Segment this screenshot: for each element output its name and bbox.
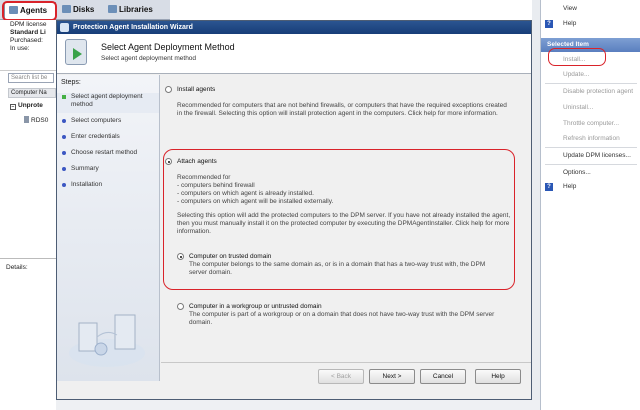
steps-panel: Steps: Select agent deployment method Se… <box>57 75 160 381</box>
help-button[interactable]: Help <box>475 369 521 384</box>
workgroup-radio[interactable] <box>177 303 184 310</box>
attach-bullet: - computers behind firewall <box>177 182 255 189</box>
help-icon: ? <box>545 20 553 28</box>
splitter <box>532 0 540 410</box>
wizard-title-bar[interactable]: Protection Agent Installation Wizard <box>57 21 531 34</box>
tab-libraries[interactable]: Libraries <box>104 2 164 20</box>
divider <box>545 164 637 165</box>
step-select-method: Select agent deployment method <box>57 93 159 113</box>
deployment-icon <box>65 39 87 65</box>
computer-list: Search list be Computer Na − Unprote RDS0 <box>0 70 56 260</box>
trusted-domain-radio[interactable] <box>177 253 184 260</box>
action-help[interactable]: ? Help <box>541 180 640 194</box>
action-options[interactable]: Options... <box>541 166 640 180</box>
divider <box>545 147 637 148</box>
workgroup-description: The computer is part of a workgroup or o… <box>189 311 495 326</box>
libraries-icon <box>108 5 117 13</box>
column-header-computer-name[interactable]: Computer Na <box>8 88 56 98</box>
license-info: DPM license Standard Li Purchased: In us… <box>0 20 56 68</box>
highlight-agents-tab <box>2 1 57 21</box>
collapse-icon[interactable]: − <box>10 104 16 110</box>
trusted-domain-description: The computer belongs to the same domain … <box>189 261 486 276</box>
step-enter-credentials: Enter credentials <box>57 133 159 141</box>
deployment-options: Install agents Recommended for computers… <box>161 75 531 381</box>
workgroup-label[interactable]: Computer in a workgroup or untrusted dom… <box>189 303 322 310</box>
action-disable-protection-agent[interactable]: Disable protection agent <box>541 85 640 99</box>
wizard-app-icon <box>60 23 69 32</box>
computers-illustration-icon <box>69 314 145 367</box>
next-button[interactable]: Next > <box>369 369 415 384</box>
attach-agents-label[interactable]: Attach agents <box>177 158 217 165</box>
bullet-icon <box>62 151 66 155</box>
tab-disks[interactable]: Disks <box>58 2 102 20</box>
action-uninstall[interactable]: Uninstall... <box>541 101 640 115</box>
install-agents-description: Recommended for computers that are not b… <box>177 102 507 117</box>
install-agents-radio[interactable] <box>165 86 172 93</box>
highlight-install-action <box>548 48 606 66</box>
bullet-icon <box>62 119 66 123</box>
action-update-dpm-licenses[interactable]: Update DPM licenses... <box>541 149 640 163</box>
action-update[interactable]: Update... <box>541 68 640 82</box>
bullet-icon <box>62 183 66 187</box>
attach-agents-description: Selecting this option will add the prote… <box>177 212 511 235</box>
back-button[interactable]: < Back <box>318 369 364 384</box>
page-subtitle: Select agent deployment method <box>101 55 197 62</box>
search-input[interactable]: Search list be <box>8 73 54 83</box>
group-unprotected[interactable]: − Unprote <box>10 102 56 110</box>
action-refresh-information[interactable]: Refresh information <box>541 132 640 146</box>
action-help-top[interactable]: ? Help <box>541 17 640 31</box>
details-pane: Details: <box>0 258 56 410</box>
disks-icon <box>62 5 71 13</box>
bullet-icon <box>62 135 66 139</box>
help-icon: ? <box>545 183 553 191</box>
status-strip <box>56 400 540 410</box>
bullet-icon <box>62 167 66 171</box>
attach-recommended-for: Recommended for <box>177 174 231 181</box>
page-title: Select Agent Deployment Method <box>101 42 235 52</box>
attach-agents-radio[interactable] <box>165 158 172 165</box>
step-select-computers: Select computers <box>57 117 159 125</box>
attach-bullet: - computers on which agent is already in… <box>177 190 314 197</box>
trusted-domain-label[interactable]: Computer on trusted domain <box>189 253 271 260</box>
action-view[interactable]: View <box>541 2 640 16</box>
install-agents-label[interactable]: Install agents <box>177 86 215 93</box>
server-icon <box>24 116 29 123</box>
step-choose-restart: Choose restart method <box>57 149 159 157</box>
action-throttle-computer[interactable]: Throttle computer... <box>541 117 640 131</box>
wizard-dialog: Protection Agent Installation Wizard Sel… <box>56 20 532 400</box>
divider <box>161 362 531 363</box>
wizard-header: Select Agent Deployment Method Select ag… <box>57 34 531 74</box>
cancel-button[interactable]: Cancel <box>420 369 466 384</box>
step-summary: Summary <box>57 165 159 173</box>
divider <box>545 83 637 84</box>
current-step-icon <box>62 95 66 99</box>
attach-bullet: - computers on which agent will be insta… <box>177 198 334 205</box>
step-installation: Installation <box>57 181 159 189</box>
list-item[interactable]: RDS0 <box>24 116 56 124</box>
